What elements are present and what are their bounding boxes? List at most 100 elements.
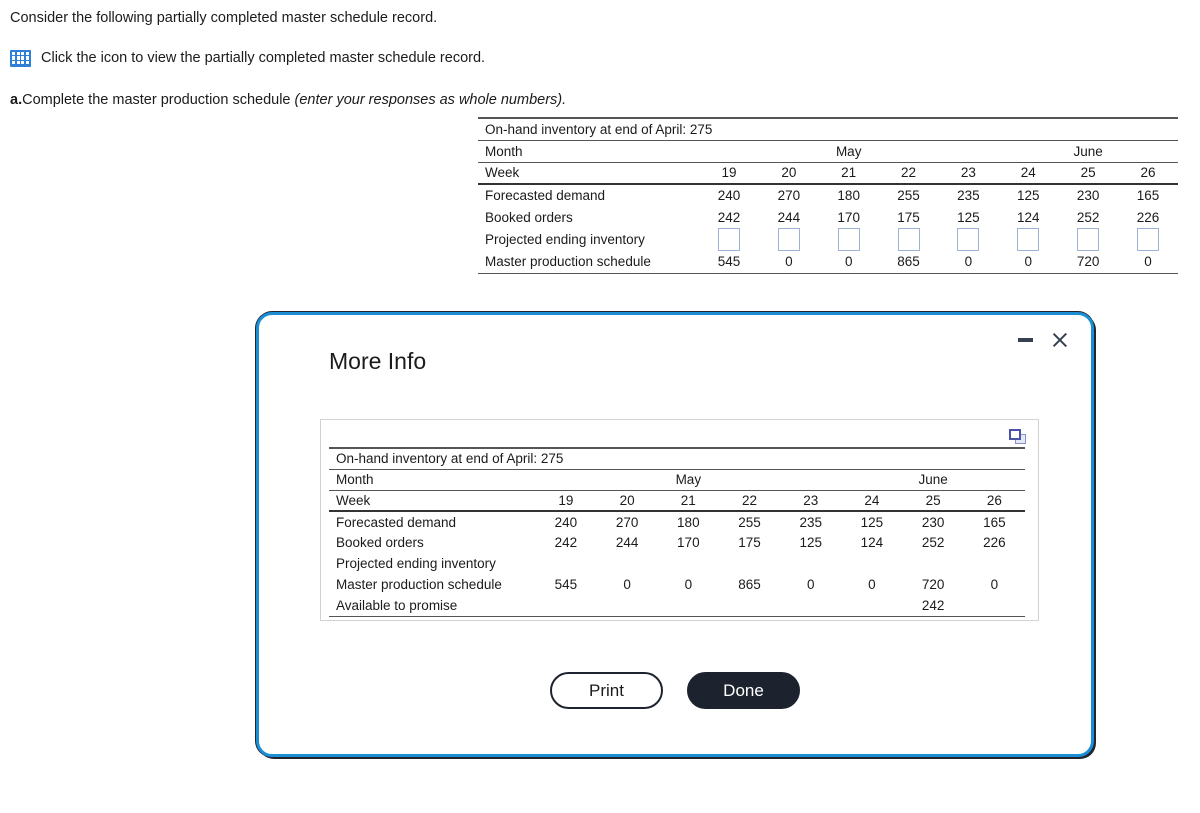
main-input-cell-week-19[interactable] bbox=[699, 228, 759, 251]
table-row: Booked orders 242 244 170 175 125 124 252 226 bbox=[329, 532, 1025, 553]
modal-cell: 226 bbox=[983, 535, 1006, 550]
table-row: Projected ending inventory bbox=[478, 228, 1178, 251]
main-input-box[interactable] bbox=[1017, 228, 1040, 251]
modal-cell: 170 bbox=[677, 535, 700, 550]
modal-cell: 235 bbox=[799, 514, 822, 530]
modal-cell: 242 bbox=[554, 535, 578, 550]
modal-cell: 124 bbox=[860, 535, 884, 550]
modal-cell bbox=[597, 553, 658, 574]
main-cell: 125 bbox=[957, 209, 980, 225]
main-input-cell-week-23[interactable] bbox=[938, 228, 998, 251]
main-input-box[interactable] bbox=[717, 228, 740, 251]
main-row-label: Booked orders bbox=[485, 209, 573, 225]
modal-cell: 720 bbox=[921, 577, 945, 592]
main-input-box[interactable] bbox=[897, 228, 920, 251]
modal-cell bbox=[780, 553, 841, 574]
main-input-box[interactable] bbox=[1077, 228, 1100, 251]
main-week-22: 22 bbox=[878, 162, 939, 185]
main-cell: 0 bbox=[1118, 251, 1178, 274]
main-week-label: Week bbox=[478, 162, 700, 185]
print-button[interactable]: Print bbox=[550, 672, 663, 709]
main-row-label: Forecasted demand bbox=[485, 188, 606, 203]
main-month-row: Month May June bbox=[478, 140, 1178, 163]
modal-row-label: Projected ending inventory bbox=[336, 556, 496, 571]
main-cell: 175 bbox=[897, 209, 920, 225]
main-input-box[interactable] bbox=[957, 228, 980, 251]
modal-cell: 270 bbox=[615, 514, 639, 530]
done-button[interactable]: Done bbox=[687, 672, 800, 709]
main-input-cell-week-21[interactable] bbox=[819, 228, 879, 251]
modal-cell bbox=[841, 553, 902, 574]
main-input-cell-week-24[interactable] bbox=[998, 228, 1058, 251]
dialog-window-controls bbox=[1018, 331, 1069, 349]
modal-month-june: June bbox=[841, 469, 1025, 491]
main-cell: 270 bbox=[777, 188, 801, 203]
modal-week-label: Week bbox=[329, 490, 536, 512]
main-input-box[interactable] bbox=[1137, 228, 1160, 251]
main-cell: 170 bbox=[837, 209, 860, 225]
copy-window-icon[interactable] bbox=[1009, 429, 1026, 444]
modal-inventory-title: On-hand inventory at end of April: 275 bbox=[329, 447, 1025, 470]
main-input-box[interactable] bbox=[777, 228, 800, 251]
main-cell: 0 bbox=[938, 251, 999, 274]
close-icon[interactable] bbox=[1051, 331, 1069, 349]
view-record-row[interactable]: Click the icon to view the partially com… bbox=[10, 48, 910, 68]
main-title-row: On-hand inventory at end of April: 275 bbox=[478, 117, 1178, 141]
table-row: Available to promise 242 bbox=[329, 595, 1025, 617]
modal-cell bbox=[780, 595, 842, 617]
main-input-cell-week-20[interactable] bbox=[759, 228, 819, 251]
main-input-cell-week-22[interactable] bbox=[879, 228, 939, 251]
main-cell: 230 bbox=[1076, 188, 1100, 203]
modal-cell: 240 bbox=[554, 514, 578, 530]
main-input-cell-week-26[interactable] bbox=[1118, 228, 1178, 251]
table-row: Booked orders 242 244 170 175 125 124 252 226 bbox=[478, 206, 1178, 228]
modal-cell: 125 bbox=[799, 535, 822, 550]
modal-cell: 165 bbox=[983, 514, 1006, 530]
main-cell: 252 bbox=[1076, 209, 1100, 225]
main-input-box[interactable] bbox=[837, 228, 860, 251]
main-week-21: 21 bbox=[818, 162, 879, 185]
table-row: Master production schedule 545 0 0 865 0 0 720 0 bbox=[478, 251, 1178, 274]
modal-row-label: Master production schedule bbox=[336, 577, 502, 592]
table-row: Forecasted demand 240 270 180 255 235 125 230 16… bbox=[329, 511, 1025, 532]
question-instruction: (enter your responses as whole numbers). bbox=[294, 92, 567, 108]
modal-cell: 180 bbox=[677, 514, 700, 530]
table-row: Projected ending inventory bbox=[329, 553, 1025, 574]
table-row: Master production schedule 545 0 0 865 0 0 720 0 bbox=[329, 574, 1025, 595]
modal-week-23: 23 bbox=[780, 490, 842, 512]
main-cell: 226 bbox=[1136, 209, 1160, 225]
modal-row-label: Available to promise bbox=[329, 595, 536, 617]
main-week-20: 20 bbox=[758, 162, 819, 185]
modal-cell bbox=[535, 595, 597, 617]
minimize-icon[interactable] bbox=[1018, 338, 1033, 342]
modal-cell: 125 bbox=[860, 514, 884, 530]
modal-cell: 0 bbox=[806, 577, 815, 592]
modal-cell: 255 bbox=[738, 514, 761, 530]
view-record-link-text[interactable]: Click the icon to view the partially com… bbox=[41, 48, 485, 68]
question-intro: Consider the following partially complet… bbox=[10, 8, 910, 110]
more-info-dialog: More Info On-hand inventory at end of Ap… bbox=[256, 312, 1094, 757]
modal-week-21: 21 bbox=[657, 490, 719, 512]
modal-month-label: Month bbox=[329, 469, 536, 491]
main-cell: 545 bbox=[699, 251, 759, 274]
modal-cell bbox=[596, 595, 658, 617]
modal-cell: 0 bbox=[623, 577, 631, 592]
modal-week-26: 26 bbox=[963, 490, 1025, 512]
main-cell: 242 bbox=[717, 209, 741, 225]
modal-cell bbox=[963, 595, 1025, 617]
main-cell: 0 bbox=[818, 251, 879, 274]
modal-cell: 0 bbox=[990, 577, 999, 592]
master-schedule-table: On-hand inventory at end of April: 275 Mo… bbox=[478, 117, 1178, 274]
modal-cell bbox=[964, 553, 1025, 574]
intro-sentence: Consider the following partially complet… bbox=[10, 10, 438, 26]
modal-week-row: Week 19 20 21 22 23 24 25 26 bbox=[329, 490, 1025, 512]
modal-cell bbox=[718, 595, 781, 617]
modal-week-22: 22 bbox=[718, 490, 781, 512]
dialog-actions: Print Done bbox=[259, 672, 1091, 709]
dialog-content-panel: On-hand inventory at end of April: 275 Mo… bbox=[320, 419, 1039, 621]
main-inventory-title: On-hand inventory at end of April: 275 bbox=[478, 117, 1178, 141]
main-cell: 124 bbox=[1017, 209, 1040, 225]
main-input-cell-week-25[interactable] bbox=[1058, 228, 1118, 251]
table-grid-icon[interactable] bbox=[10, 49, 31, 67]
main-week-25: 25 bbox=[1058, 162, 1119, 185]
